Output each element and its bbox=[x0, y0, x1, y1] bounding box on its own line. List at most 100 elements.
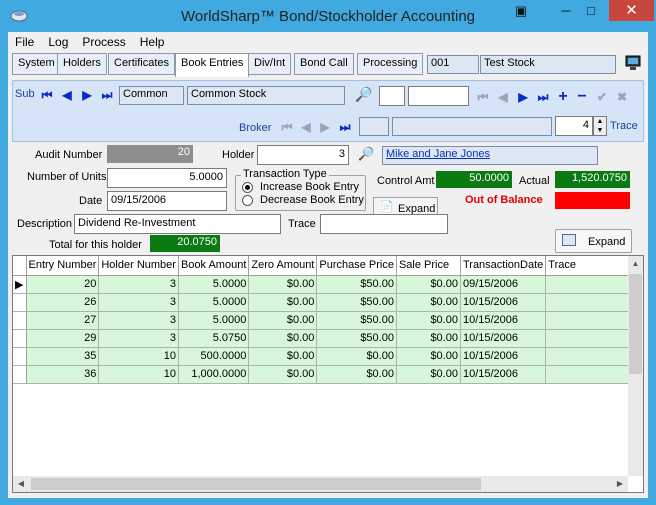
cell-entry-number[interactable]: 20 bbox=[26, 275, 100, 294]
expand-grid-button[interactable]: Expand bbox=[555, 229, 632, 253]
row-selector[interactable] bbox=[13, 347, 27, 366]
cell-transaction-date[interactable]: 10/15/2006 bbox=[460, 329, 547, 348]
cell-trace[interactable] bbox=[545, 275, 642, 294]
sub-search-input-1[interactable] bbox=[379, 86, 405, 106]
vertical-scroll-thumb[interactable] bbox=[629, 274, 642, 374]
date-input[interactable]: 09/15/2006 bbox=[107, 191, 227, 211]
table-row[interactable]: 35 10 500.0000 $0.00 $0.00 $0.00 10/15/2… bbox=[13, 347, 642, 366]
scroll-right-icon[interactable]: ▶ bbox=[612, 476, 628, 492]
tab-bond-call[interactable]: Bond Call bbox=[294, 53, 354, 75]
holder-input[interactable]: 3 bbox=[257, 145, 349, 165]
description-input[interactable]: Dividend Re-Investment bbox=[74, 214, 281, 234]
first-record-icon[interactable]: ⏮ bbox=[39, 87, 55, 103]
cell-holder-number[interactable]: 10 bbox=[98, 365, 179, 384]
cell-transaction-date[interactable]: 10/15/2006 bbox=[460, 365, 547, 384]
monitor-icon[interactable] bbox=[624, 55, 642, 71]
cell-transaction-date[interactable]: 10/15/2006 bbox=[460, 293, 547, 312]
broker-first-icon[interactable]: ⏮ bbox=[279, 119, 295, 135]
units-input[interactable]: 5.0000 bbox=[107, 168, 227, 188]
cell-zero-amount[interactable]: $0.00 bbox=[248, 347, 318, 366]
cell-trace[interactable] bbox=[545, 311, 642, 330]
cell-sale-price[interactable]: $0.00 bbox=[396, 329, 461, 348]
cell-zero-amount[interactable]: $0.00 bbox=[248, 275, 318, 294]
sub-first-icon[interactable]: ⏮ bbox=[475, 89, 491, 105]
minimize-button[interactable]: ─ bbox=[555, 0, 577, 22]
cell-trace[interactable] bbox=[545, 365, 642, 384]
cell-trace[interactable] bbox=[545, 293, 642, 312]
broker-next-icon[interactable]: ▶ bbox=[317, 119, 333, 135]
maximize-button[interactable]: □ bbox=[580, 0, 602, 22]
cell-book-amount[interactable]: 5.0000 bbox=[178, 293, 250, 312]
col-book-amount[interactable]: Book Amount bbox=[178, 256, 250, 276]
cell-sale-price[interactable]: $0.00 bbox=[396, 347, 461, 366]
holder-search-icon[interactable]: 🔎 bbox=[358, 146, 376, 164]
col-purchase-price[interactable]: Purchase Price bbox=[316, 256, 397, 276]
grid-horizontal-scrollbar[interactable]: ◀ ▶ bbox=[13, 476, 628, 492]
cell-holder-number[interactable]: 3 bbox=[98, 311, 179, 330]
cell-book-amount[interactable]: 5.0000 bbox=[178, 275, 250, 294]
cell-entry-number[interactable]: 35 bbox=[26, 347, 100, 366]
table-row[interactable]: 29 3 5.0750 $0.00 $50.00 $0.00 10/15/200… bbox=[13, 329, 642, 348]
cell-zero-amount[interactable]: $0.00 bbox=[248, 365, 318, 384]
confirm-icon[interactable]: ✔ bbox=[594, 89, 610, 105]
cell-entry-number[interactable]: 36 bbox=[26, 365, 100, 384]
spinner-arrows-icon[interactable]: ▲ ▼ bbox=[593, 116, 607, 136]
cell-purchase-price[interactable]: $50.00 bbox=[316, 329, 397, 348]
col-sale-price[interactable]: Sale Price bbox=[396, 256, 461, 276]
scroll-up-icon[interactable]: ▲ bbox=[628, 256, 643, 272]
cell-transaction-date[interactable]: 10/15/2006 bbox=[460, 347, 547, 366]
table-row[interactable]: 26 3 5.0000 $0.00 $50.00 $0.00 10/15/200… bbox=[13, 293, 642, 312]
cell-entry-number[interactable]: 27 bbox=[26, 311, 100, 330]
grid-vertical-scrollbar[interactable]: ▲ bbox=[628, 256, 643, 476]
cell-transaction-date[interactable]: 09/15/2006 bbox=[460, 275, 547, 294]
tab-holders[interactable]: Holders bbox=[57, 53, 107, 75]
table-row[interactable]: ▶ 20 3 5.0000 $0.00 $50.00 $0.00 09/15/2… bbox=[13, 275, 642, 294]
cancel-icon[interactable]: ✖ bbox=[614, 89, 630, 105]
row-selector[interactable] bbox=[13, 329, 27, 348]
binoculars-icon[interactable]: 🔎 bbox=[355, 86, 375, 104]
cell-holder-number[interactable]: 3 bbox=[98, 293, 179, 312]
restore-icon[interactable]: ▣ bbox=[510, 0, 532, 22]
cell-purchase-price[interactable]: $50.00 bbox=[316, 311, 397, 330]
cell-holder-number[interactable]: 3 bbox=[98, 329, 179, 348]
sub-last-icon[interactable]: ⏭ bbox=[535, 89, 551, 105]
cell-book-amount[interactable]: 5.0000 bbox=[178, 311, 250, 330]
cell-book-amount[interactable]: 500.0000 bbox=[178, 347, 250, 366]
trace-input[interactable] bbox=[320, 214, 448, 234]
cell-trace[interactable] bbox=[545, 347, 642, 366]
horizontal-scroll-thumb[interactable] bbox=[31, 478, 481, 490]
cell-trace[interactable] bbox=[545, 329, 642, 348]
book-entries-grid[interactable]: Entry Number Holder Number Book Amount Z… bbox=[12, 255, 644, 493]
add-record-icon[interactable]: + bbox=[555, 89, 571, 105]
sub-search-input-2[interactable] bbox=[408, 86, 469, 106]
cell-purchase-price[interactable]: $0.00 bbox=[316, 365, 397, 384]
cell-entry-number[interactable]: 29 bbox=[26, 329, 100, 348]
col-zero-amount[interactable]: Zero Amount bbox=[248, 256, 318, 276]
broker-prev-icon[interactable]: ◀ bbox=[298, 119, 314, 135]
col-transaction-date[interactable]: TransactionDate bbox=[460, 256, 547, 276]
tab-system[interactable]: System bbox=[12, 53, 61, 75]
next-record-icon[interactable]: ▶ bbox=[79, 87, 95, 103]
close-button[interactable]: ✕ bbox=[609, 0, 654, 21]
cell-holder-number[interactable]: 3 bbox=[98, 275, 179, 294]
decrease-radio[interactable] bbox=[242, 195, 253, 206]
sub-next-icon[interactable]: ▶ bbox=[515, 89, 531, 105]
cell-book-amount[interactable]: 1,000.0000 bbox=[178, 365, 250, 384]
menu-file[interactable]: File bbox=[8, 32, 41, 49]
sub-prev-icon[interactable]: ◀ bbox=[495, 89, 511, 105]
col-entry-number[interactable]: Entry Number bbox=[26, 256, 100, 276]
menu-process[interactable]: Process bbox=[75, 32, 132, 49]
cell-sale-price[interactable]: $0.00 bbox=[396, 311, 461, 330]
cell-holder-number[interactable]: 10 bbox=[98, 347, 179, 366]
delete-record-icon[interactable]: − bbox=[574, 89, 590, 105]
table-row[interactable]: 36 10 1,000.0000 $0.00 $0.00 $0.00 10/15… bbox=[13, 365, 642, 384]
cell-zero-amount[interactable]: $0.00 bbox=[248, 329, 318, 348]
cell-book-amount[interactable]: 5.0750 bbox=[178, 329, 250, 348]
cell-zero-amount[interactable]: $0.00 bbox=[248, 293, 318, 312]
row-selector[interactable] bbox=[13, 365, 27, 384]
row-selector[interactable] bbox=[13, 311, 27, 330]
cell-zero-amount[interactable]: $0.00 bbox=[248, 311, 318, 330]
cell-purchase-price[interactable]: $50.00 bbox=[316, 275, 397, 294]
holder-name-link[interactable]: Mike and Jane Jones bbox=[382, 146, 598, 165]
row-selector[interactable] bbox=[13, 293, 27, 312]
